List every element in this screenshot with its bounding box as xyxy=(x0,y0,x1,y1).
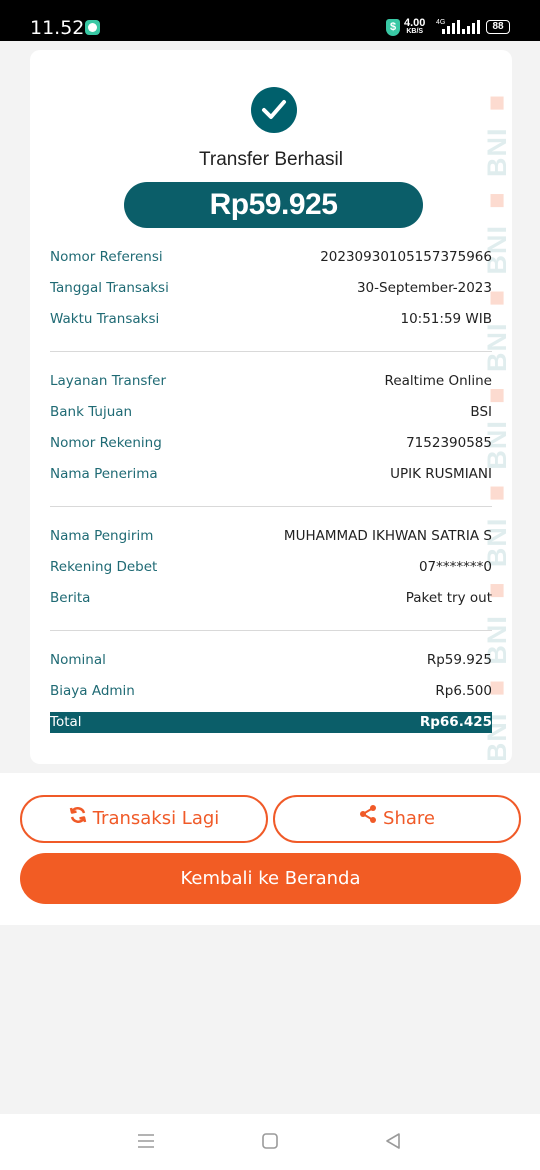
battery-icon: 88 xyxy=(486,20,510,34)
detail-label: Waktu Transaksi xyxy=(50,311,160,327)
network-speed-unit: KB/S xyxy=(406,28,424,35)
signal-bars-2-icon xyxy=(462,20,482,34)
detail-value: 30-September-2023 xyxy=(356,280,492,296)
share-icon xyxy=(359,797,377,841)
detail-row-service: Layanan Transfer Realtime Online xyxy=(50,369,492,393)
total-label: Total xyxy=(50,714,82,730)
detail-label: Nama Penerima xyxy=(50,466,158,482)
share-label: Share xyxy=(383,808,435,829)
detail-value: 20230930105157375966 xyxy=(320,249,492,265)
recent-apps-icon[interactable] xyxy=(137,1132,155,1150)
section-divider xyxy=(50,630,492,631)
status-bar: 11.52 $ 4.00 KB/S 4G 88 xyxy=(0,0,540,41)
detail-label: Biaya Admin xyxy=(50,683,135,699)
receipt-card: BNI ■ BNI ■ BNI ■ BNI ■ BNI ■ BNI ■ BNI … xyxy=(30,50,512,764)
signal-bars-icon xyxy=(442,20,462,34)
detail-value: MUHAMMAD IKHWAN SATRIA S xyxy=(283,528,492,544)
share-button[interactable]: Share xyxy=(273,795,521,843)
detail-row-bank: Bank Tujuan BSI xyxy=(50,400,492,424)
message-notification-icon xyxy=(85,20,100,35)
section-divider xyxy=(50,351,492,352)
security-shield-icon: $ xyxy=(386,19,400,36)
watermark-separator: ■ xyxy=(482,88,512,128)
detail-label: Nominal xyxy=(50,652,106,668)
success-check-icon xyxy=(251,87,297,133)
back-nav-icon[interactable] xyxy=(384,1132,402,1150)
detail-label: Layanan Transfer xyxy=(50,373,167,389)
detail-label: Nomor Referensi xyxy=(50,249,163,265)
detail-label: Bank Tujuan xyxy=(50,404,133,420)
detail-row-account: Nomor Rekening 7152390585 xyxy=(50,431,492,455)
detail-label: Rekening Debet xyxy=(50,559,158,575)
detail-row-date: Tanggal Transaksi 30-September-2023 xyxy=(50,276,492,300)
back-to-home-button[interactable]: Kembali ke Beranda xyxy=(20,853,521,904)
section-divider xyxy=(50,506,492,507)
refresh-icon xyxy=(69,797,87,841)
transfer-amount: Rp59.925 xyxy=(124,182,423,228)
success-title: Transfer Berhasil xyxy=(199,149,343,170)
detail-value: 7152390585 xyxy=(406,435,492,451)
detail-value: UPIK RUSMIANI xyxy=(390,466,492,482)
total-value: Rp66.425 xyxy=(419,714,492,730)
detail-row-nominal: Nominal Rp59.925 xyxy=(50,648,492,672)
network-speed: 4.00 KB/S xyxy=(404,18,425,36)
total-row: Total Rp66.425 xyxy=(50,712,492,733)
detail-row-reference: Nomor Referensi 20230930105157375966 xyxy=(50,245,492,269)
repeat-transaction-label: Transaksi Lagi xyxy=(92,808,220,829)
detail-label: Tanggal Transaksi xyxy=(50,280,169,296)
detail-value: Realtime Online xyxy=(384,373,492,389)
detail-row-time: Waktu Transaksi 10:51:59 WIB xyxy=(50,307,492,331)
detail-value: BSI xyxy=(470,404,492,420)
detail-value: Paket try out xyxy=(405,590,492,606)
home-nav-icon[interactable] xyxy=(261,1132,279,1150)
detail-row-message: Berita Paket try out xyxy=(50,586,492,610)
detail-value: 07*******0 xyxy=(418,559,492,575)
detail-value: Rp6.500 xyxy=(435,683,492,699)
detail-value: 10:51:59 WIB xyxy=(400,311,492,327)
repeat-transaction-button[interactable]: Transaksi Lagi xyxy=(20,795,268,843)
detail-value: Rp59.925 xyxy=(426,652,492,668)
detail-row-admin-fee: Biaya Admin Rp6.500 xyxy=(50,679,492,703)
status-time: 11.52 xyxy=(30,17,85,39)
watermark-separator: ■ xyxy=(482,177,512,226)
detail-label: Nama Pengirim xyxy=(50,528,154,544)
detail-row-recipient: Nama Penerima UPIK RUSMIANI xyxy=(50,462,492,486)
detail-label: Nomor Rekening xyxy=(50,435,162,451)
detail-row-debit-account: Rekening Debet 07*******0 xyxy=(50,555,492,579)
detail-label: Berita xyxy=(50,590,91,606)
system-navigation-bar xyxy=(0,1114,540,1170)
detail-row-sender: Nama Pengirim MUHAMMAD IKHWAN SATRIA S xyxy=(50,524,492,548)
